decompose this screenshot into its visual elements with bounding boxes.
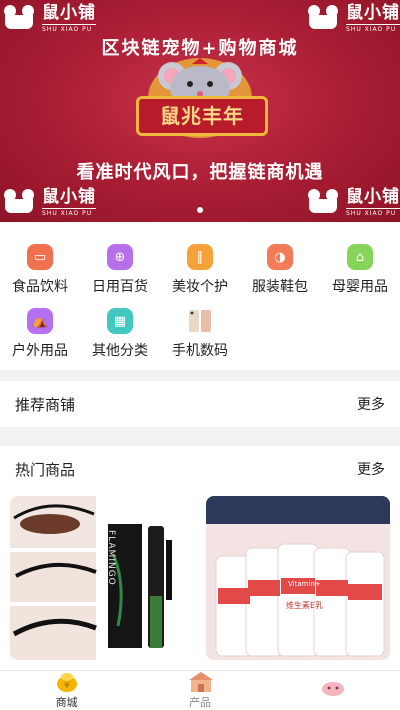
recommended-shops-header: 推荐商铺 更多: [0, 381, 400, 427]
hot-products-list: FLAMINGO Vitamin+ 维生素E乳: [0, 490, 400, 670]
category-baby-products[interactable]: ⌂ 母婴用品: [320, 244, 400, 296]
makeup-icon: ∥: [187, 244, 213, 270]
product-image-label: FLAMINGO: [106, 530, 116, 586]
mascara-icon: [10, 496, 193, 660]
lotion-icon: [206, 496, 390, 660]
brand-logo-top-left: 鼠小铺 SHU XIAO PU: [2, 4, 96, 33]
category-clothing-bags[interactable]: ◑ 服装鞋包: [240, 244, 320, 296]
mouse-cart-icon: [306, 4, 340, 33]
category-food-drinks[interactable]: ▭ 食品饮料: [0, 244, 80, 296]
mouse-cart-icon: [2, 188, 36, 217]
category-beauty-care[interactable]: ∥ 美妆个护: [160, 244, 240, 296]
clothing-icon: ◑: [267, 244, 293, 270]
mouse-cart-icon: [2, 4, 36, 33]
grid-icon: ▦: [107, 308, 133, 334]
section-title: 推荐商铺: [15, 395, 76, 414]
product-icon: [188, 671, 213, 693]
category-daily-goods[interactable]: ⊕ 日用百货: [80, 244, 160, 296]
category-grid: ▭ 食品饮料 ⊕ 日用百货 ∥ 美妆个护 ◑ 服装鞋包 ⌂ 母婴用品 ⛺ 户外用…: [0, 222, 400, 370]
outdoor-icon: ⛺: [27, 308, 53, 334]
promo-banner[interactable]: 鼠小铺 SHU XIAO PU 鼠小铺 SHU XIAO PU 鼠小铺 SHU XIA…: [0, 0, 400, 222]
daily-goods-icon: ⊕: [107, 244, 133, 270]
brand-logo-top-right: 鼠小铺 SHU XIAO PU: [306, 4, 400, 33]
app-page: 鼠小铺 SHU XIAO PU 鼠小铺 SHU XIAO PU 鼠小铺 SHU XIA…: [0, 0, 400, 710]
pet-icon: [321, 679, 345, 701]
product-card[interactable]: Vitamin+ 维生素E乳: [206, 496, 390, 660]
carousel-indicator-dot[interactable]: [197, 207, 203, 213]
category-outdoor[interactable]: ⛺ 户外用品: [0, 308, 80, 360]
product-card[interactable]: FLAMINGO: [10, 496, 193, 660]
tab-products[interactable]: 产品: [133, 671, 266, 710]
hot-products-header: 热门商品 更多: [0, 446, 400, 492]
new-year-sign: 鼠兆丰年: [136, 96, 268, 136]
tab-mall[interactable]: ¥ 商城: [0, 671, 133, 710]
bottom-tab-bar: ¥ 商城 产品: [0, 670, 400, 710]
brand-logo-bottom-right: 鼠小铺 SHU XIAO PU: [306, 188, 400, 217]
svg-text:¥: ¥: [64, 681, 70, 691]
tab-pet[interactable]: [267, 671, 400, 710]
more-link[interactable]: 更多: [357, 394, 385, 414]
brand-logo-bottom-left: 鼠小铺 SHU XIAO PU: [2, 188, 96, 217]
product-image-label: Vitamin+: [288, 580, 321, 588]
banner-slogan: 看准时代风口，把握链商机遇: [76, 162, 324, 183]
section-title: 热门商品: [15, 460, 76, 479]
drink-icon: ▭: [27, 244, 53, 270]
category-others[interactable]: ▦ 其他分类: [80, 308, 160, 360]
more-link[interactable]: 更多: [357, 459, 385, 479]
mall-icon: ¥: [55, 671, 79, 693]
product-image-label: 维生素E乳: [286, 601, 324, 610]
phone-icon: [187, 308, 213, 334]
baby-icon: ⌂: [347, 244, 373, 270]
mouse-cart-icon: [306, 188, 340, 217]
category-phones-digital[interactable]: 手机数码: [160, 308, 240, 360]
